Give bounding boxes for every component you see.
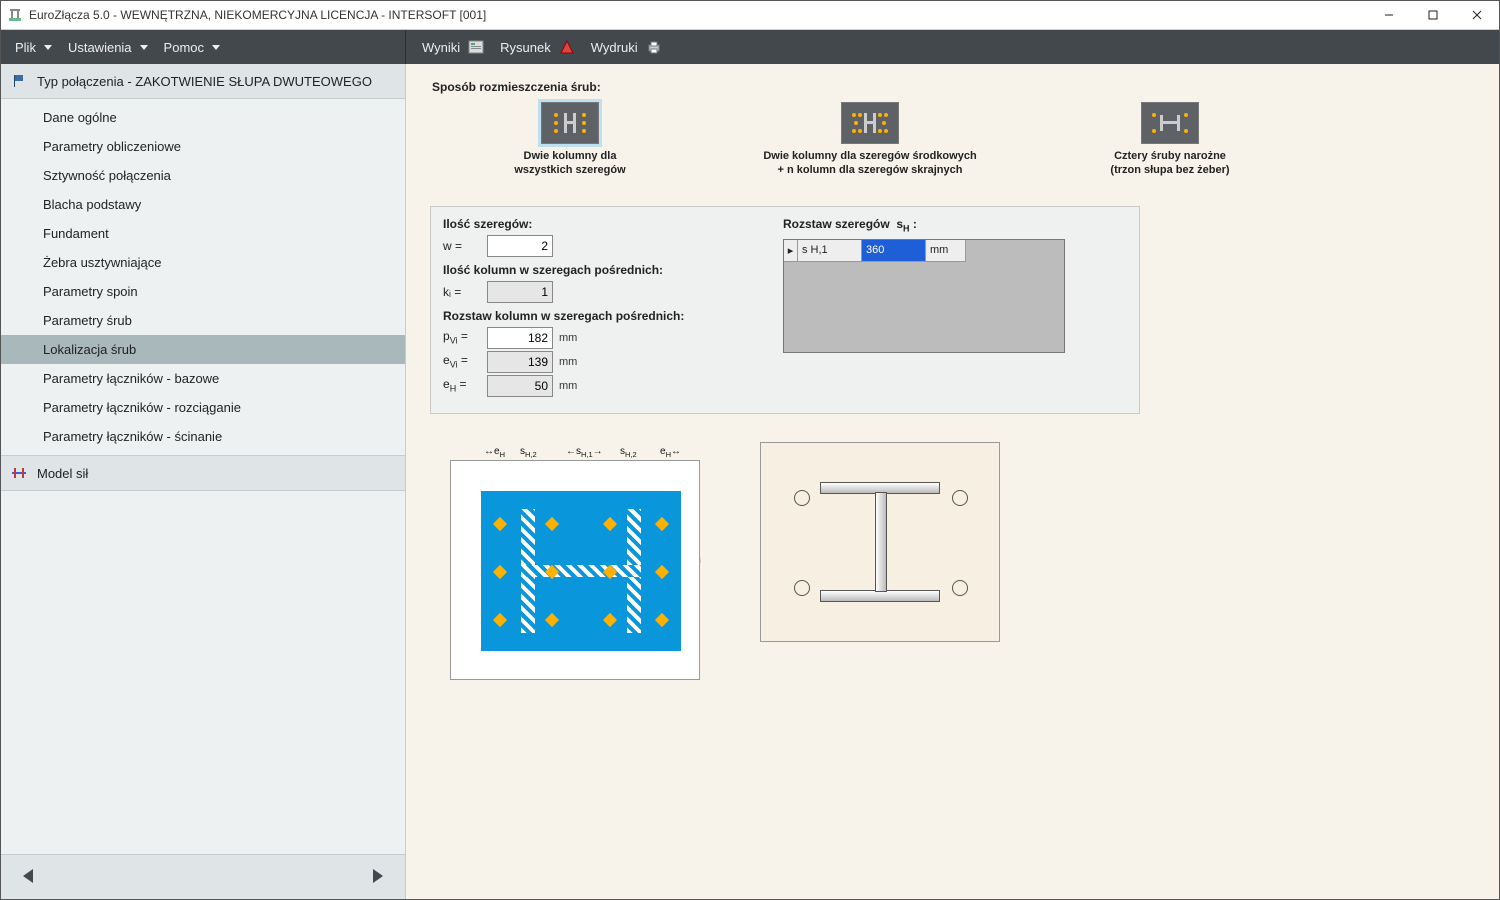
sidebar-item-zebra[interactable]: Żebra usztywniające — [1, 248, 405, 277]
evi-symbol: eVi = — [443, 353, 481, 369]
sidebar-item-dane-ogolne[interactable]: Dane ogólne — [1, 103, 405, 132]
section-title: Sposób rozmieszczenia śrub: — [432, 80, 1475, 94]
cols-label: Ilość kolumn w szeregach pośrednich: — [443, 263, 763, 277]
menu-pomoc[interactable]: Pomoc — [156, 30, 228, 64]
close-button[interactable] — [1455, 1, 1499, 29]
option-tile-2 — [841, 102, 899, 144]
toolbar-rysunek-label: Rysunek — [500, 40, 551, 55]
unit-mm: mm — [559, 380, 583, 392]
eh-input — [487, 375, 553, 397]
layout-options: Dwie kolumny dla wszystkich szeregów Dwi… — [460, 102, 1475, 178]
chevron-down-icon — [140, 45, 148, 50]
menu-ustawienia[interactable]: Ustawienia — [60, 30, 156, 64]
dim-eh-left: ↔eH — [484, 446, 505, 459]
menu-pomoc-label: Pomoc — [164, 40, 204, 55]
sidebar-footer — [1, 854, 405, 899]
sidebar-item-sruby[interactable]: Parametry śrub — [1, 306, 405, 335]
sidebar-section-model-sil[interactable]: Model sił — [1, 455, 405, 491]
forces-icon — [11, 465, 27, 481]
sidebar-item-blacha[interactable]: Blacha podstawy — [1, 190, 405, 219]
ki-symbol: kᵢ = — [443, 285, 481, 299]
content-pane: Sposób rozmieszczenia śrub: Dwie kolumny… — [406, 64, 1499, 899]
window-buttons — [1367, 1, 1499, 29]
prev-button[interactable] — [19, 866, 39, 889]
w-input[interactable] — [487, 235, 553, 257]
titlebar: EuroZłącza 5.0 - WEWNĘTRZNA, NIEKOMERCYJ… — [1, 1, 1499, 30]
next-button[interactable] — [367, 866, 387, 889]
dim-sh2-right: sH,2 — [620, 446, 637, 459]
grid-row-label: s H,1 — [798, 240, 862, 262]
spacing-label: Rozstaw kolumn w szeregach pośrednich: — [443, 309, 763, 323]
sidebar-section-label: Model sił — [37, 466, 88, 481]
menu-plik[interactable]: Plik — [7, 30, 60, 64]
toolbar-rysunek[interactable]: Rysunek — [492, 30, 583, 64]
diagram-schematic — [450, 460, 700, 680]
evi-input — [487, 351, 553, 373]
dim-sh1: ←sH,1→ — [566, 446, 603, 459]
menubar: Plik Ustawienia Pomoc Wyniki Rysunek Wyd… — [1, 30, 1499, 64]
window-title: EuroZłącza 5.0 - WEWNĘTRZNA, NIEKOMERCYJ… — [29, 8, 1367, 22]
grid-header: Rozstaw szeregów sH : — [783, 217, 1127, 233]
option-caption-3: Cztery śruby narożne (trzon słupa bez że… — [1110, 150, 1229, 178]
w-symbol: w = — [443, 239, 481, 253]
pvi-input[interactable] — [487, 327, 553, 349]
option-caption-1: Dwie kolumny dla wszystkich szeregów — [514, 150, 625, 178]
drawing-icon — [559, 39, 575, 55]
ki-input — [487, 281, 553, 303]
grid-row-marker: ▸ — [784, 240, 798, 262]
chevron-down-icon — [212, 45, 220, 50]
option-caption-2: Dwie kolumny dla szeregów środkowych + n… — [763, 150, 976, 178]
sidebar-header-label: Typ połączenia - ZAKOTWIENIE SŁUPA DWUTE… — [37, 74, 372, 89]
chevron-down-icon — [44, 45, 52, 50]
diagram-cross-section — [760, 442, 1000, 642]
option-two-plus-n[interactable]: Dwie kolumny dla szeregów środkowych + n… — [760, 102, 980, 178]
sidebar-item-sztywnosc[interactable]: Sztywność połączenia — [1, 161, 405, 190]
dim-sh2-left: sH,2 — [520, 446, 537, 459]
print-icon — [646, 39, 662, 55]
toolbar-wydruki[interactable]: Wydruki — [583, 30, 670, 64]
sidebar-item-fundament[interactable]: Fundament — [1, 219, 405, 248]
maximize-button[interactable] — [1411, 1, 1455, 29]
option-four-corner[interactable]: Cztery śruby narożne (trzon słupa bez że… — [1060, 102, 1280, 178]
sidebar-item-laczniki-scinanie[interactable]: Parametry łączników - ścinanie — [1, 422, 405, 451]
toolbar-wydruki-label: Wydruki — [591, 40, 638, 55]
app-window: EuroZłącza 5.0 - WEWNĘTRZNA, NIEKOMERCYJ… — [0, 0, 1500, 900]
pvi-symbol: pVi = — [443, 329, 481, 345]
minimize-button[interactable] — [1367, 1, 1411, 29]
parameters-panel: Ilość szeregów: w = Ilość kolumn w szere… — [430, 206, 1140, 414]
sidebar-header[interactable]: Typ połączenia - ZAKOTWIENIE SŁUPA DWUTE… — [1, 64, 405, 99]
option-tile-3 — [1141, 102, 1199, 144]
option-tile-1 — [541, 102, 599, 144]
sidebar-item-laczniki-bazowe[interactable]: Parametry łączników - bazowe — [1, 364, 405, 393]
sidebar: Typ połączenia - ZAKOTWIENIE SŁUPA DWUTE… — [1, 64, 406, 899]
toolbar-wyniki-label: Wyniki — [422, 40, 460, 55]
sidebar-list: Dane ogólne Parametry obliczeniowe Sztyw… — [1, 99, 405, 455]
grid-row-value[interactable]: 360 — [862, 240, 926, 262]
unit-mm: mm — [559, 332, 583, 344]
results-icon — [468, 39, 484, 55]
menu-plik-label: Plik — [15, 40, 36, 55]
sidebar-item-spoiny[interactable]: Parametry spoin — [1, 277, 405, 306]
eh-symbol: eH = — [443, 377, 481, 393]
grid-row-unit: mm — [926, 240, 966, 262]
unit-mm: mm — [559, 356, 583, 368]
spacing-grid[interactable]: ▸ s H,1 360 mm — [783, 239, 1065, 353]
option-two-columns-all[interactable]: Dwie kolumny dla wszystkich szeregów — [460, 102, 680, 178]
sidebar-item-parametry-obliczeniowe[interactable]: Parametry obliczeniowe — [1, 132, 405, 161]
menu-ustawienia-label: Ustawienia — [68, 40, 132, 55]
diagrams: ↔eH sH,2 ←sH,1→ sH,2 eH↔ pvi evi ki w — [450, 442, 1475, 680]
sidebar-item-laczniki-rozciaganie[interactable]: Parametry łączników - rozciąganie — [1, 393, 405, 422]
app-icon — [7, 7, 23, 23]
flag-icon — [11, 73, 27, 89]
sidebar-item-lokalizacja-srub[interactable]: Lokalizacja śrub — [1, 335, 405, 364]
toolbar-wyniki[interactable]: Wyniki — [414, 30, 492, 64]
rows-label: Ilość szeregów: — [443, 217, 763, 231]
dim-eh-right: eH↔ — [660, 446, 681, 459]
